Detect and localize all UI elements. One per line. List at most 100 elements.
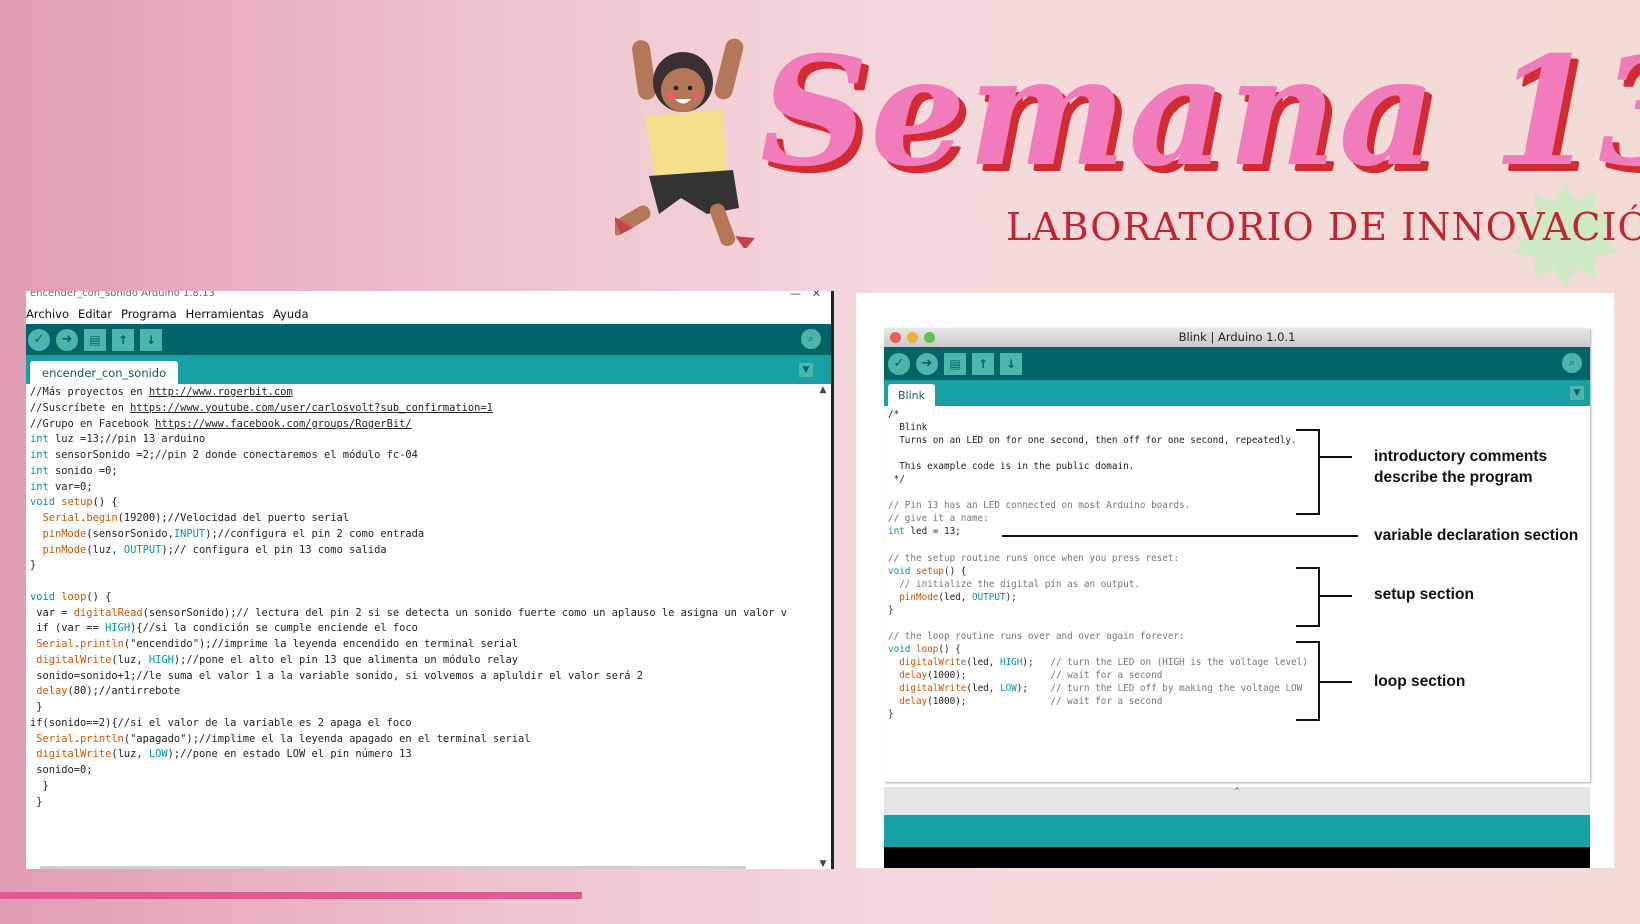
- code-line: pinMode(led, OUTPUT);: [899, 591, 1017, 603]
- code-line: //Suscríbete en https://www.youtube.com/…: [30, 401, 493, 414]
- open-file-icon[interactable]: ↑: [112, 328, 134, 351]
- code-line: This example code is in the public domai…: [888, 461, 1135, 473]
- code-line: digitalWrite(luz, LOW);//pone en estado …: [36, 748, 412, 761]
- serial-monitor-icon[interactable]: ⌕: [801, 329, 821, 349]
- open-file-icon[interactable]: ↑: [972, 352, 994, 375]
- code-line: }: [30, 795, 43, 808]
- code-line: var = digitalRead(sensorSonido);// lectu…: [30, 606, 787, 619]
- page-title: Semana 13: [760, 24, 1640, 200]
- code-line: sonido=0;: [30, 764, 93, 776]
- console-area: ⌃: [884, 787, 1590, 868]
- upload-icon[interactable]: ➜: [916, 352, 938, 375]
- upload-icon[interactable]: ➜: [56, 328, 78, 351]
- status-bar: [884, 815, 1590, 847]
- menu-programa[interactable]: Programa: [121, 307, 177, 321]
- mac-arduino-window: Blink | Arduino 1.0.1 ✓ ➜ ▤ ↑ ↓ ⌕ Blink …: [884, 328, 1590, 782]
- code-line: void setup() {: [888, 565, 967, 577]
- window-title: Blink | Arduino 1.0.1: [1178, 330, 1296, 344]
- menu-editar[interactable]: Editar: [78, 307, 112, 321]
- menu-herramientas[interactable]: Herramientas: [186, 307, 264, 321]
- code-line: */: [888, 474, 905, 486]
- code-line: Serial.begin(19200);//Velocidad del puer…: [42, 512, 350, 524]
- annotation-loop: loop section: [1374, 673, 1466, 690]
- code-line: // initialize the digital pin as an outp…: [899, 578, 1140, 590]
- console-output: [884, 847, 1590, 868]
- window-controls[interactable]: — ✕: [790, 291, 821, 299]
- tab-blink[interactable]: Blink: [888, 384, 936, 406]
- code-line: digitalWrite(led, LOW); // turn the LED …: [899, 682, 1303, 694]
- code-line: void setup() {: [30, 496, 118, 509]
- code-line: // the loop routine runs over and over a…: [888, 630, 1185, 642]
- code-line: /*: [888, 409, 900, 420]
- code-line: if (var == HIGH){//si la condición se cu…: [30, 622, 418, 635]
- code-line: delay(80);//antirrebote: [36, 685, 181, 698]
- code-line: }: [888, 604, 894, 616]
- tab-bar: Blink ▼: [884, 380, 1590, 406]
- window-title: encender_con_sonido Arduino 1.8.13: [30, 291, 215, 299]
- verify-icon[interactable]: ✓: [28, 328, 50, 351]
- code-line: }: [888, 709, 894, 721]
- code-line: int sensorSonido =2;//pin 2 donde conect…: [30, 449, 418, 461]
- tab-encender-con-sonido[interactable]: encender_con_sonido: [30, 361, 179, 384]
- code-line: //Más proyectos en http://www.rogerbit.c…: [30, 386, 293, 398]
- code-line: void loop() {: [888, 643, 961, 655]
- horizontal-scrollbar[interactable]: [40, 866, 746, 869]
- progress-bar-decoration: [0, 892, 582, 899]
- code-line: digitalWrite(led, HIGH); // turn the LED…: [899, 656, 1308, 668]
- variable-line: [1002, 535, 1358, 537]
- new-file-icon[interactable]: ▤: [944, 352, 966, 375]
- loop-bracket: [1296, 641, 1320, 721]
- scroll-down-icon[interactable]: ▼: [817, 859, 829, 869]
- code-line: Serial.println("encendido");//imprime la…: [36, 638, 518, 650]
- code-line: int sonido =0;: [30, 464, 118, 477]
- save-file-icon[interactable]: ↓: [1000, 352, 1022, 375]
- code-line: }: [30, 701, 43, 713]
- minimize-dot-icon[interactable]: [907, 332, 918, 343]
- setup-bracket: [1296, 567, 1320, 627]
- code-line: Serial.println("apagado");//implime el l…: [36, 732, 531, 745]
- menu-ayuda[interactable]: Ayuda: [273, 307, 309, 321]
- save-file-icon[interactable]: ↓: [140, 328, 162, 351]
- code-line: void loop() {: [30, 590, 112, 603]
- new-file-icon[interactable]: ▤: [84, 328, 106, 351]
- code-line: delay(1000); // wait for a second: [899, 669, 1163, 681]
- close-dot-icon[interactable]: [890, 332, 901, 343]
- code-line: // give it a name:: [888, 513, 989, 525]
- code-line: digitalWrite(luz, HIGH);//pone el alto e…: [36, 653, 518, 666]
- verify-icon[interactable]: ✓: [888, 352, 910, 375]
- serial-monitor-icon[interactable]: ⌕: [1562, 353, 1582, 373]
- tab-menu-chevron-icon[interactable]: ▼: [1570, 386, 1584, 400]
- code-line: //Grupo en Facebook https://www.facebook…: [30, 417, 412, 430]
- code-line: if(sonido==2){//si el valor de la variab…: [30, 716, 412, 729]
- code-line: pinMode(sensorSonido,INPUT);//configura …: [42, 527, 425, 540]
- code-line: Blink: [888, 422, 928, 434]
- annotation-variable: variable declaration section: [1374, 527, 1579, 544]
- code-line: sonido=sonido+1;//le suma el valor 1 a l…: [30, 669, 644, 682]
- code-line: Turns on an LED on for one second, then …: [888, 435, 1297, 447]
- toolbar: ✓ ➜ ▤ ↑ ↓ ⌕: [884, 347, 1590, 380]
- code-line: pinMode(luz, OUTPUT);// configura el pin…: [42, 543, 387, 556]
- code-line: delay(1000); // wait for a second: [899, 696, 1163, 708]
- console-divider[interactable]: ⌃: [884, 787, 1590, 815]
- vertical-scrollbar[interactable]: ▲ ▼: [817, 385, 829, 869]
- annotation-intro: introductory comments describe the progr…: [1374, 448, 1548, 486]
- code-editor[interactable]: //Más proyectos en http://www.rogerbit.c…: [30, 385, 815, 863]
- page-subtitle: LABORATORIO DE INNOVACIÓN: [1006, 205, 1640, 249]
- zoom-dot-icon[interactable]: [924, 332, 935, 343]
- menu-bar: Archivo Editar Programa Herramientas Ayu…: [26, 303, 831, 324]
- intro-bracket: [1296, 429, 1320, 515]
- code-line: // the setup routine runs once when you …: [888, 552, 1180, 564]
- code-line: // Pin 13 has an LED connected on most A…: [888, 500, 1191, 512]
- scroll-up-icon[interactable]: ▲: [817, 385, 829, 395]
- code-line: int var=0;: [30, 480, 93, 493]
- menu-archivo[interactable]: Archivo: [26, 307, 69, 321]
- left-arduino-ide: encender_con_sonido Arduino 1.8.13 — ✕ A…: [26, 291, 834, 869]
- toolbar: ✓ ➜ ▤ ↑ ↓ ⌕: [26, 324, 831, 355]
- tab-menu-chevron-icon[interactable]: ▼: [799, 363, 813, 377]
- code-editor[interactable]: /* Blink Turns on an LED on for one seco…: [888, 408, 1308, 721]
- annotation-setup: setup section: [1374, 586, 1474, 603]
